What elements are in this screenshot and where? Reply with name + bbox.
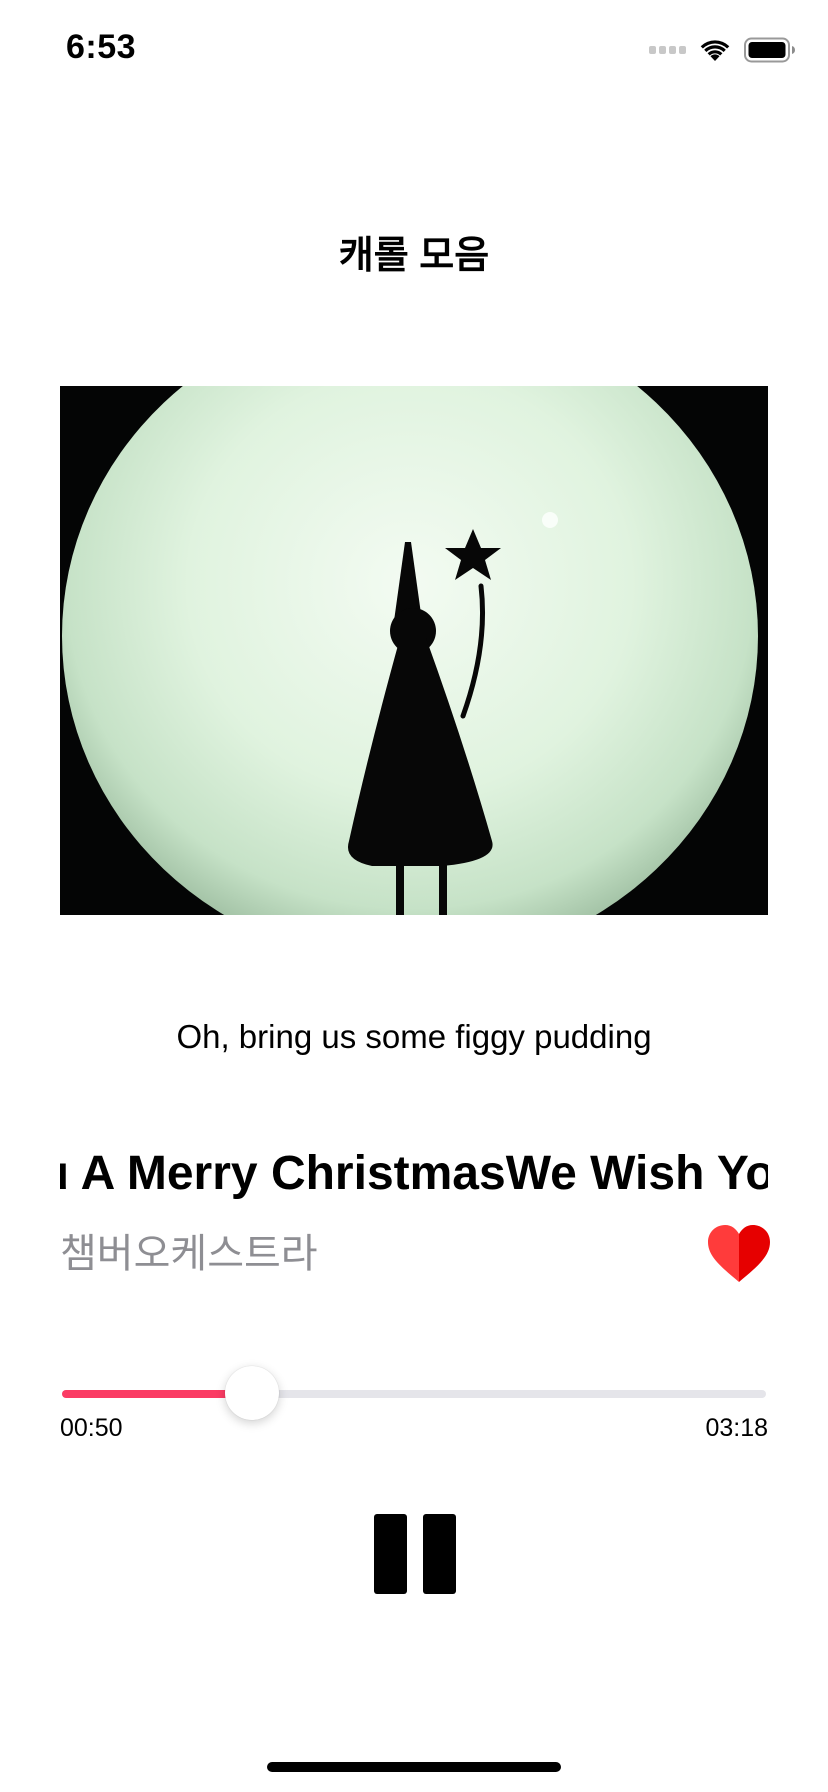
- home-indicator: [267, 1762, 561, 1772]
- total-time: 03:18: [705, 1414, 768, 1442]
- favorite-button[interactable]: [706, 1224, 772, 1284]
- status-icons: [649, 34, 796, 66]
- progress-fill: [62, 1390, 253, 1398]
- heart-icon: [708, 1225, 770, 1282]
- battery-icon: [744, 37, 795, 63]
- elapsed-time: 00:50: [60, 1414, 123, 1442]
- song-title: You A Merry ChristmasWe Wish You A Merry…: [60, 1147, 768, 1200]
- current-lyric: Oh, bring us some figgy pudding: [176, 1018, 652, 1055]
- pause-button[interactable]: [374, 1514, 456, 1594]
- page-title: 캐롤 모음: [338, 235, 490, 277]
- wifi-icon: [700, 40, 730, 61]
- album-artwork: [60, 386, 768, 915]
- status-time: 6:53: [66, 28, 137, 66]
- song-title-marquee: You A Merry ChristmasWe Wish You A Merry…: [60, 1142, 768, 1206]
- cellular-signal-icon: [649, 46, 686, 54]
- progress-thumb[interactable]: [225, 1366, 280, 1420]
- artist-name: 챔버오케스트라: [60, 1232, 318, 1276]
- progress-slider[interactable]: [62, 1366, 766, 1420]
